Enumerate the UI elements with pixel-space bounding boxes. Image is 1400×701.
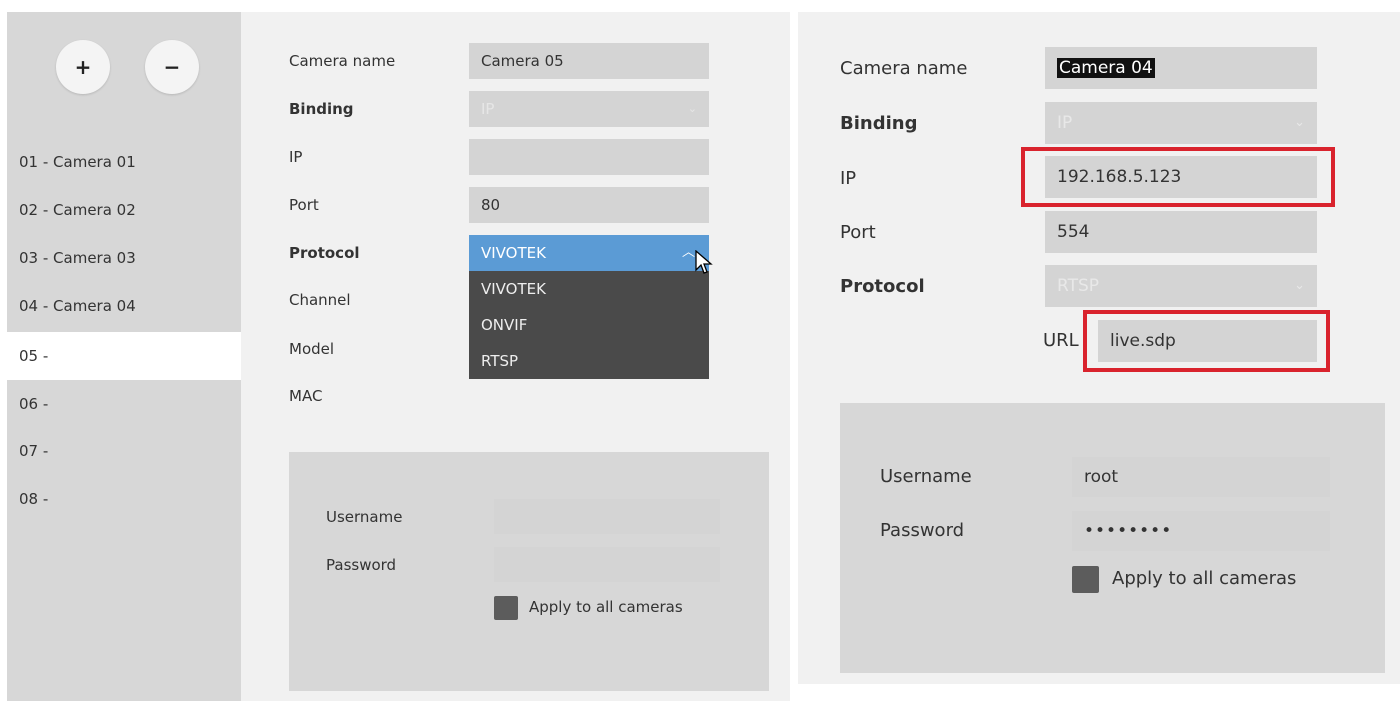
- add-camera-button[interactable]: +: [56, 40, 110, 94]
- password-input[interactable]: [494, 547, 720, 582]
- port-input[interactable]: 80: [469, 187, 709, 223]
- protocol-dropdown[interactable]: VIVOTEK ︿ VIVOTEK ONVIF RTSP: [469, 235, 709, 379]
- username-input[interactable]: [494, 499, 720, 534]
- chevron-down-icon: ⌄: [687, 102, 697, 115]
- port-label: Port: [840, 222, 876, 243]
- password-input[interactable]: ••••••••: [1072, 511, 1330, 551]
- protocol-option-vivotek[interactable]: VIVOTEK: [469, 271, 709, 307]
- password-label: Password: [880, 520, 965, 541]
- camera-list-item[interactable]: 03 - Camera 03: [7, 234, 241, 282]
- password-label: Password: [326, 556, 397, 574]
- apply-all-label: Apply to all cameras: [1112, 568, 1297, 589]
- binding-label: Binding: [289, 100, 354, 118]
- binding-select: IP ⌄: [1045, 102, 1317, 144]
- binding-label: Binding: [840, 113, 918, 134]
- username-label: Username: [880, 466, 972, 487]
- ip-label: IP: [289, 148, 303, 166]
- mouse-cursor-icon: [695, 250, 713, 274]
- protocol-select: RTSP ⌄: [1045, 265, 1317, 307]
- chevron-down-icon: ⌄: [1294, 115, 1305, 130]
- ip-highlight-box: [1021, 147, 1335, 207]
- camera-list-item-selected[interactable]: 05 -: [7, 332, 241, 380]
- camera-name-label: Camera name: [289, 52, 396, 70]
- protocol-value: RTSP: [1057, 276, 1100, 296]
- remove-camera-button[interactable]: −: [145, 40, 199, 94]
- url-highlight-box: [1083, 310, 1330, 372]
- binding-value: IP: [481, 100, 495, 118]
- protocol-option-rtsp[interactable]: RTSP: [469, 343, 709, 379]
- ip-input[interactable]: [469, 139, 709, 175]
- camera-list-item[interactable]: 06 -: [7, 380, 241, 428]
- camera-name-input[interactable]: Camera 04: [1045, 47, 1317, 89]
- port-input[interactable]: 554: [1045, 211, 1317, 253]
- camera-list-item[interactable]: 02 - Camera 02: [7, 186, 241, 234]
- binding-select: IP ⌄: [469, 91, 709, 127]
- binding-value: IP: [1057, 113, 1073, 133]
- username-label: Username: [326, 508, 403, 526]
- channel-label: Channel: [289, 291, 351, 309]
- protocol-select-current[interactable]: VIVOTEK ︿: [469, 235, 709, 271]
- chevron-up-icon: ︿: [681, 245, 695, 260]
- ip-label: IP: [840, 168, 857, 189]
- camera-list-item[interactable]: 08 -: [7, 475, 241, 523]
- model-label: Model: [289, 340, 335, 358]
- port-label: Port: [289, 196, 319, 214]
- apply-all-checkbox[interactable]: [494, 596, 518, 620]
- protocol-label: Protocol: [289, 244, 360, 262]
- url-label: URL: [1043, 330, 1079, 351]
- camera-list-item[interactable]: 07 -: [7, 427, 241, 475]
- chevron-down-icon: ⌄: [1294, 278, 1305, 293]
- camera-list-item[interactable]: 04 - Camera 04: [7, 282, 241, 330]
- camera-list-item[interactable]: 01 - Camera 01: [7, 138, 241, 186]
- camera-name-label: Camera name: [840, 58, 968, 79]
- protocol-label: Protocol: [840, 276, 925, 297]
- camera-name-selected-text: Camera 04: [1057, 58, 1155, 78]
- protocol-option-onvif[interactable]: ONVIF: [469, 307, 709, 343]
- protocol-current-value: VIVOTEK: [481, 244, 546, 262]
- apply-all-label: Apply to all cameras: [529, 598, 683, 616]
- camera-name-input[interactable]: Camera 05: [469, 43, 709, 79]
- mac-label: MAC: [289, 387, 323, 405]
- username-input[interactable]: root: [1072, 457, 1330, 497]
- camera-sidebar: + − 01 - Camera 01 02 - Camera 02 03 - C…: [7, 12, 241, 701]
- apply-all-checkbox[interactable]: [1072, 566, 1099, 593]
